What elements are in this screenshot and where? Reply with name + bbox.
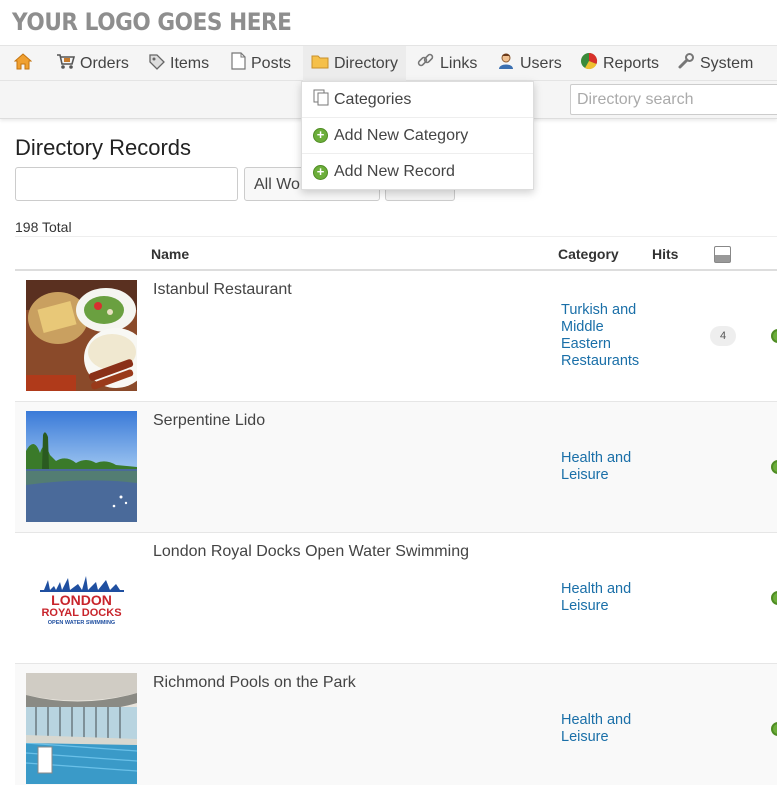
menu-item-categories-label: Categories (334, 90, 412, 108)
nav-system-label: System (700, 54, 754, 72)
logo-line-2: ROYAL DOCKS (41, 607, 122, 619)
record-thumbnail[interactable] (26, 280, 137, 391)
nav-directory[interactable]: Directory (303, 46, 406, 81)
status-active-icon[interactable] (771, 329, 777, 343)
nav-orders-label: Orders (80, 54, 129, 72)
pie-chart-icon (580, 52, 598, 75)
page-title: Directory Records (15, 135, 192, 160)
nav-users-label: Users (520, 54, 562, 72)
column-header-name[interactable]: Name (151, 246, 189, 262)
record-count: 198 Total (15, 219, 72, 235)
record-name-link[interactable]: Istanbul Restaurant (153, 281, 292, 299)
table-row[interactable]: Serpentine Lido Health and Leisure (15, 402, 777, 533)
home-icon (13, 52, 33, 75)
column-header-hits[interactable]: Hits (652, 246, 678, 262)
plus-icon: + (313, 128, 328, 143)
link-icon (417, 52, 435, 75)
menu-item-add-category-label: Add New Category (334, 126, 469, 144)
filter-text-input[interactable] (15, 167, 238, 201)
record-thumbnail[interactable] (26, 411, 137, 522)
column-toggle-icon[interactable] (714, 246, 731, 263)
nav-system[interactable]: System (677, 46, 753, 81)
main-nav: Orders Items Posts Directory Links Users (0, 45, 777, 81)
cart-icon (56, 53, 76, 75)
nav-items-label: Items (170, 54, 210, 72)
nav-links-label: Links (440, 54, 478, 72)
menu-item-categories[interactable]: Categories (302, 82, 533, 118)
document-icon (231, 52, 246, 75)
site-logo[interactable]: YOUR LOGO GOES HERE (12, 8, 292, 36)
status-active-icon[interactable] (771, 591, 777, 605)
nav-home[interactable] (13, 46, 37, 81)
record-thumbnail[interactable]: LONDON ROYAL DOCKS OPEN WATER SWIMMING (26, 542, 137, 653)
logo-line-1: LONDON (51, 592, 112, 608)
categories-icon (313, 89, 330, 111)
nav-users[interactable]: Users (497, 46, 562, 81)
table-row[interactable]: Istanbul Restaurant Turkish and Middle E… (15, 271, 777, 402)
nav-directory-label: Directory (334, 54, 399, 72)
record-category-link[interactable]: Health and Leisure (561, 581, 651, 615)
directory-search-input[interactable] (570, 84, 777, 115)
record-category-link[interactable]: Health and Leisure (561, 712, 651, 746)
record-name-link[interactable]: London Royal Docks Open Water Swimming (153, 543, 469, 561)
nav-orders[interactable]: Orders (56, 46, 129, 81)
status-active-icon[interactable] (771, 722, 777, 736)
table-row[interactable]: Richmond Pools on the Park Health and Le… (15, 664, 777, 785)
nav-posts-label: Posts (251, 54, 292, 72)
table-row[interactable]: LONDON ROYAL DOCKS OPEN WATER SWIMMING L… (15, 533, 777, 664)
column-header-category[interactable]: Category (558, 246, 619, 262)
nav-reports[interactable]: Reports (580, 46, 659, 81)
table-header: Name Category Hits (15, 236, 777, 271)
status-active-icon[interactable] (771, 460, 777, 474)
nav-links[interactable]: Links (417, 46, 477, 81)
nav-items[interactable]: Items (148, 46, 209, 81)
user-icon (497, 52, 515, 75)
record-name-link[interactable]: Richmond Pools on the Park (153, 674, 356, 692)
tag-icon (148, 53, 165, 75)
menu-item-add-record[interactable]: + Add New Record (302, 154, 533, 190)
folder-icon (311, 53, 329, 74)
wrench-icon (677, 52, 695, 75)
record-thumbnail[interactable] (26, 673, 137, 784)
record-category-link[interactable]: Health and Leisure (561, 450, 651, 484)
hits-badge: 4 (710, 326, 736, 346)
directory-dropdown-menu: Categories + Add New Category + Add New … (301, 81, 534, 190)
nav-reports-label: Reports (603, 54, 660, 72)
record-category-link[interactable]: Turkish and Middle Eastern Restaurants (561, 302, 651, 370)
logo-line-3: OPEN WATER SWIMMING (47, 620, 116, 626)
nav-posts[interactable]: Posts (231, 46, 291, 81)
plus-icon: + (313, 164, 328, 180)
menu-item-add-record-label: Add New Record (334, 163, 455, 180)
menu-item-add-category[interactable]: + Add New Category (302, 118, 533, 154)
record-name-link[interactable]: Serpentine Lido (153, 412, 265, 430)
